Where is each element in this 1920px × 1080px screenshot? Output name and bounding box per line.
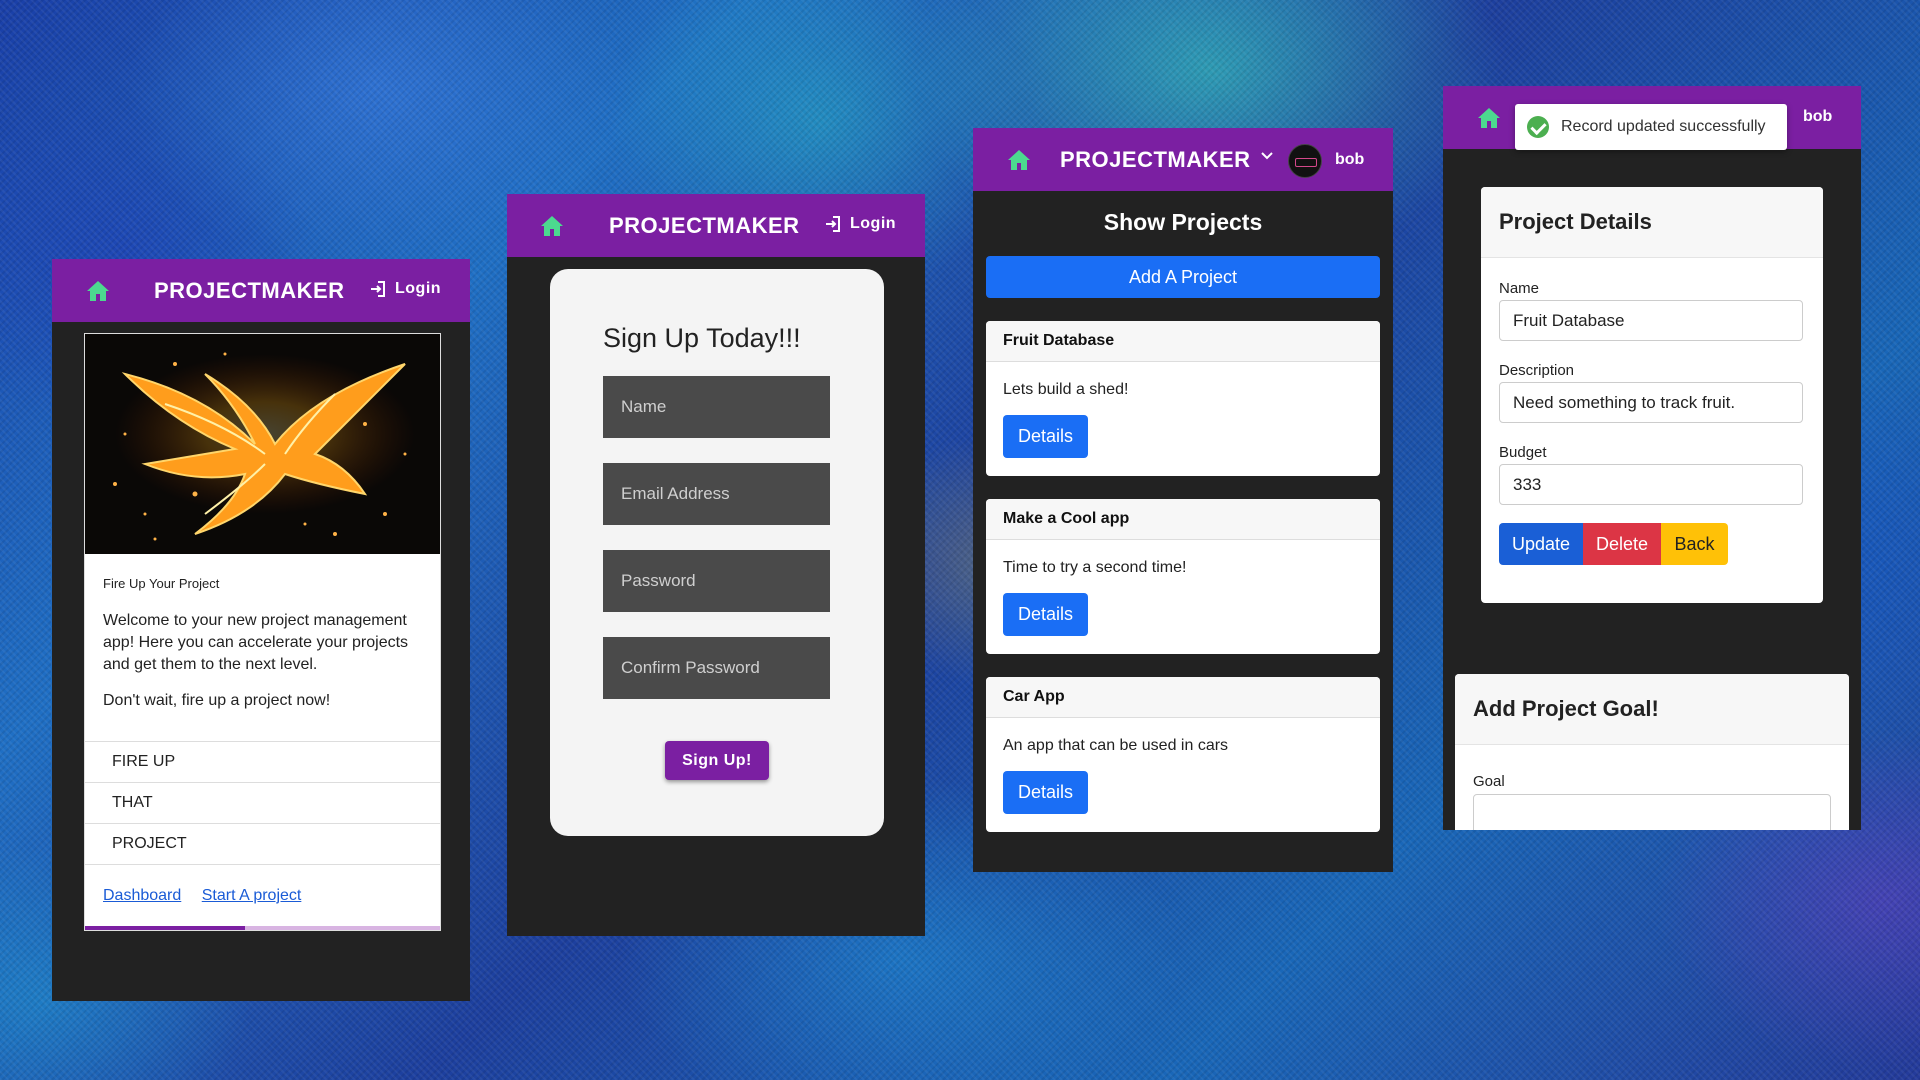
signup-card: Sign Up Today!!! Name Email Address Pass… bbox=[550, 269, 884, 836]
project-description: Time to try a second time! bbox=[1003, 559, 1187, 576]
project-card: Make a Cool app Time to try a second tim… bbox=[986, 499, 1380, 654]
login-link[interactable]: Login bbox=[369, 280, 441, 298]
budget-input[interactable]: 333 bbox=[1499, 464, 1803, 505]
back-button[interactable]: Back bbox=[1661, 523, 1728, 565]
home-icon[interactable] bbox=[86, 280, 110, 302]
goal-input[interactable] bbox=[1473, 794, 1831, 830]
top-navbar: PROJECTMAKER Login bbox=[52, 259, 470, 322]
add-project-button[interactable]: Add A Project bbox=[986, 256, 1380, 298]
avatar[interactable] bbox=[1288, 144, 1322, 178]
details-button[interactable]: Details bbox=[1003, 415, 1088, 458]
name-label: Name bbox=[1499, 280, 1540, 297]
name-input[interactable]: Fruit Database bbox=[1499, 300, 1803, 341]
intro-text: Welcome to your new project management a… bbox=[103, 612, 409, 673]
project-card: Car App An app that can be used in cars … bbox=[986, 677, 1380, 832]
name-field[interactable]: Name bbox=[603, 376, 830, 438]
budget-label: Budget bbox=[1499, 444, 1547, 461]
details-button[interactable]: Details bbox=[1003, 593, 1088, 636]
description-label: Description bbox=[1499, 362, 1575, 379]
confirm-password-field[interactable]: Confirm Password bbox=[603, 637, 830, 699]
list-item: THAT bbox=[85, 782, 440, 823]
dashboard-link[interactable]: Dashboard bbox=[103, 887, 181, 904]
project-name: Fruit Database bbox=[986, 321, 1380, 362]
home-icon[interactable] bbox=[540, 215, 564, 237]
project-card: Fruit Database Lets build a shed! Detail… bbox=[986, 321, 1380, 476]
signup-screen: PROJECTMAKER Login Sign Up Today!!! Name… bbox=[507, 194, 925, 936]
brand-title[interactable]: PROJECTMAKER bbox=[609, 213, 800, 239]
top-navbar: PROJECTMAKER bob bbox=[973, 128, 1393, 191]
description-input[interactable]: Need something to track fruit. bbox=[1499, 382, 1803, 423]
project-description: An app that can be used in cars bbox=[1003, 737, 1229, 754]
page-title: Show Projects bbox=[1103, 209, 1263, 235]
progress-bar bbox=[85, 926, 440, 930]
welcome-card: Fire Up Your Project Welcome to your new… bbox=[84, 333, 441, 931]
progress-fill bbox=[85, 926, 245, 930]
project-details-card: Project Details Name Fruit Database Desc… bbox=[1481, 187, 1823, 603]
home-icon[interactable] bbox=[1477, 107, 1501, 129]
list-item: FIRE UP bbox=[85, 741, 440, 782]
check-circle-icon bbox=[1527, 116, 1549, 138]
home-icon[interactable] bbox=[1007, 149, 1031, 171]
top-navbar: PROJECTMAKER Login bbox=[507, 194, 925, 257]
username-label[interactable]: bob bbox=[1803, 108, 1832, 126]
signup-button[interactable]: Sign Up! bbox=[665, 741, 769, 780]
project-name: Car App bbox=[986, 677, 1380, 718]
project-name: Make a Cool app bbox=[986, 499, 1380, 540]
details-button[interactable]: Details bbox=[1003, 771, 1088, 814]
start-project-link[interactable]: Start A project bbox=[202, 887, 302, 904]
brand-title[interactable]: PROJECTMAKER bbox=[1060, 147, 1251, 173]
feature-list: FIRE UP THAT PROJECT bbox=[85, 741, 440, 865]
email-field[interactable]: Email Address bbox=[603, 463, 830, 525]
phoenix-illustration bbox=[113, 352, 415, 541]
login-icon bbox=[371, 281, 385, 297]
add-goal-card: Add Project Goal! Goal bbox=[1455, 674, 1849, 830]
goal-label: Goal bbox=[1473, 773, 1505, 790]
login-label: Login bbox=[395, 280, 442, 297]
chevron-down-icon[interactable] bbox=[1260, 148, 1274, 162]
update-button[interactable]: Update bbox=[1499, 523, 1583, 565]
delete-button[interactable]: Delete bbox=[1583, 523, 1661, 565]
home-screen: PROJECTMAKER Login Fire Up Your Project … bbox=[52, 259, 470, 1001]
password-field[interactable]: Password bbox=[603, 550, 830, 612]
card-subtitle: Fire Up Your Project bbox=[103, 576, 220, 591]
fire-bird-image bbox=[85, 334, 440, 554]
login-icon bbox=[826, 216, 840, 232]
cta-text: Don't wait, fire up a project now! bbox=[103, 692, 331, 709]
login-label: Login bbox=[850, 215, 897, 232]
goal-card-title: Add Project Goal! bbox=[1473, 696, 1659, 721]
project-details-screen: bob Record updated successfully Project … bbox=[1443, 86, 1861, 830]
signup-title: Sign Up Today!!! bbox=[603, 323, 801, 353]
list-item: PROJECT bbox=[85, 823, 440, 865]
project-description: Lets build a shed! bbox=[1003, 381, 1129, 398]
username-label[interactable]: bob bbox=[1335, 151, 1364, 169]
login-link[interactable]: Login bbox=[824, 215, 896, 233]
projects-screen: PROJECTMAKER bob Show Projects Add A Pro… bbox=[973, 128, 1393, 872]
toast-message: Record updated successfully bbox=[1561, 118, 1766, 135]
card-links: Dashboard Start A project bbox=[103, 887, 317, 905]
success-toast: Record updated successfully bbox=[1515, 104, 1787, 150]
brand-title[interactable]: PROJECTMAKER bbox=[154, 278, 345, 304]
card-title: Project Details bbox=[1499, 209, 1652, 234]
